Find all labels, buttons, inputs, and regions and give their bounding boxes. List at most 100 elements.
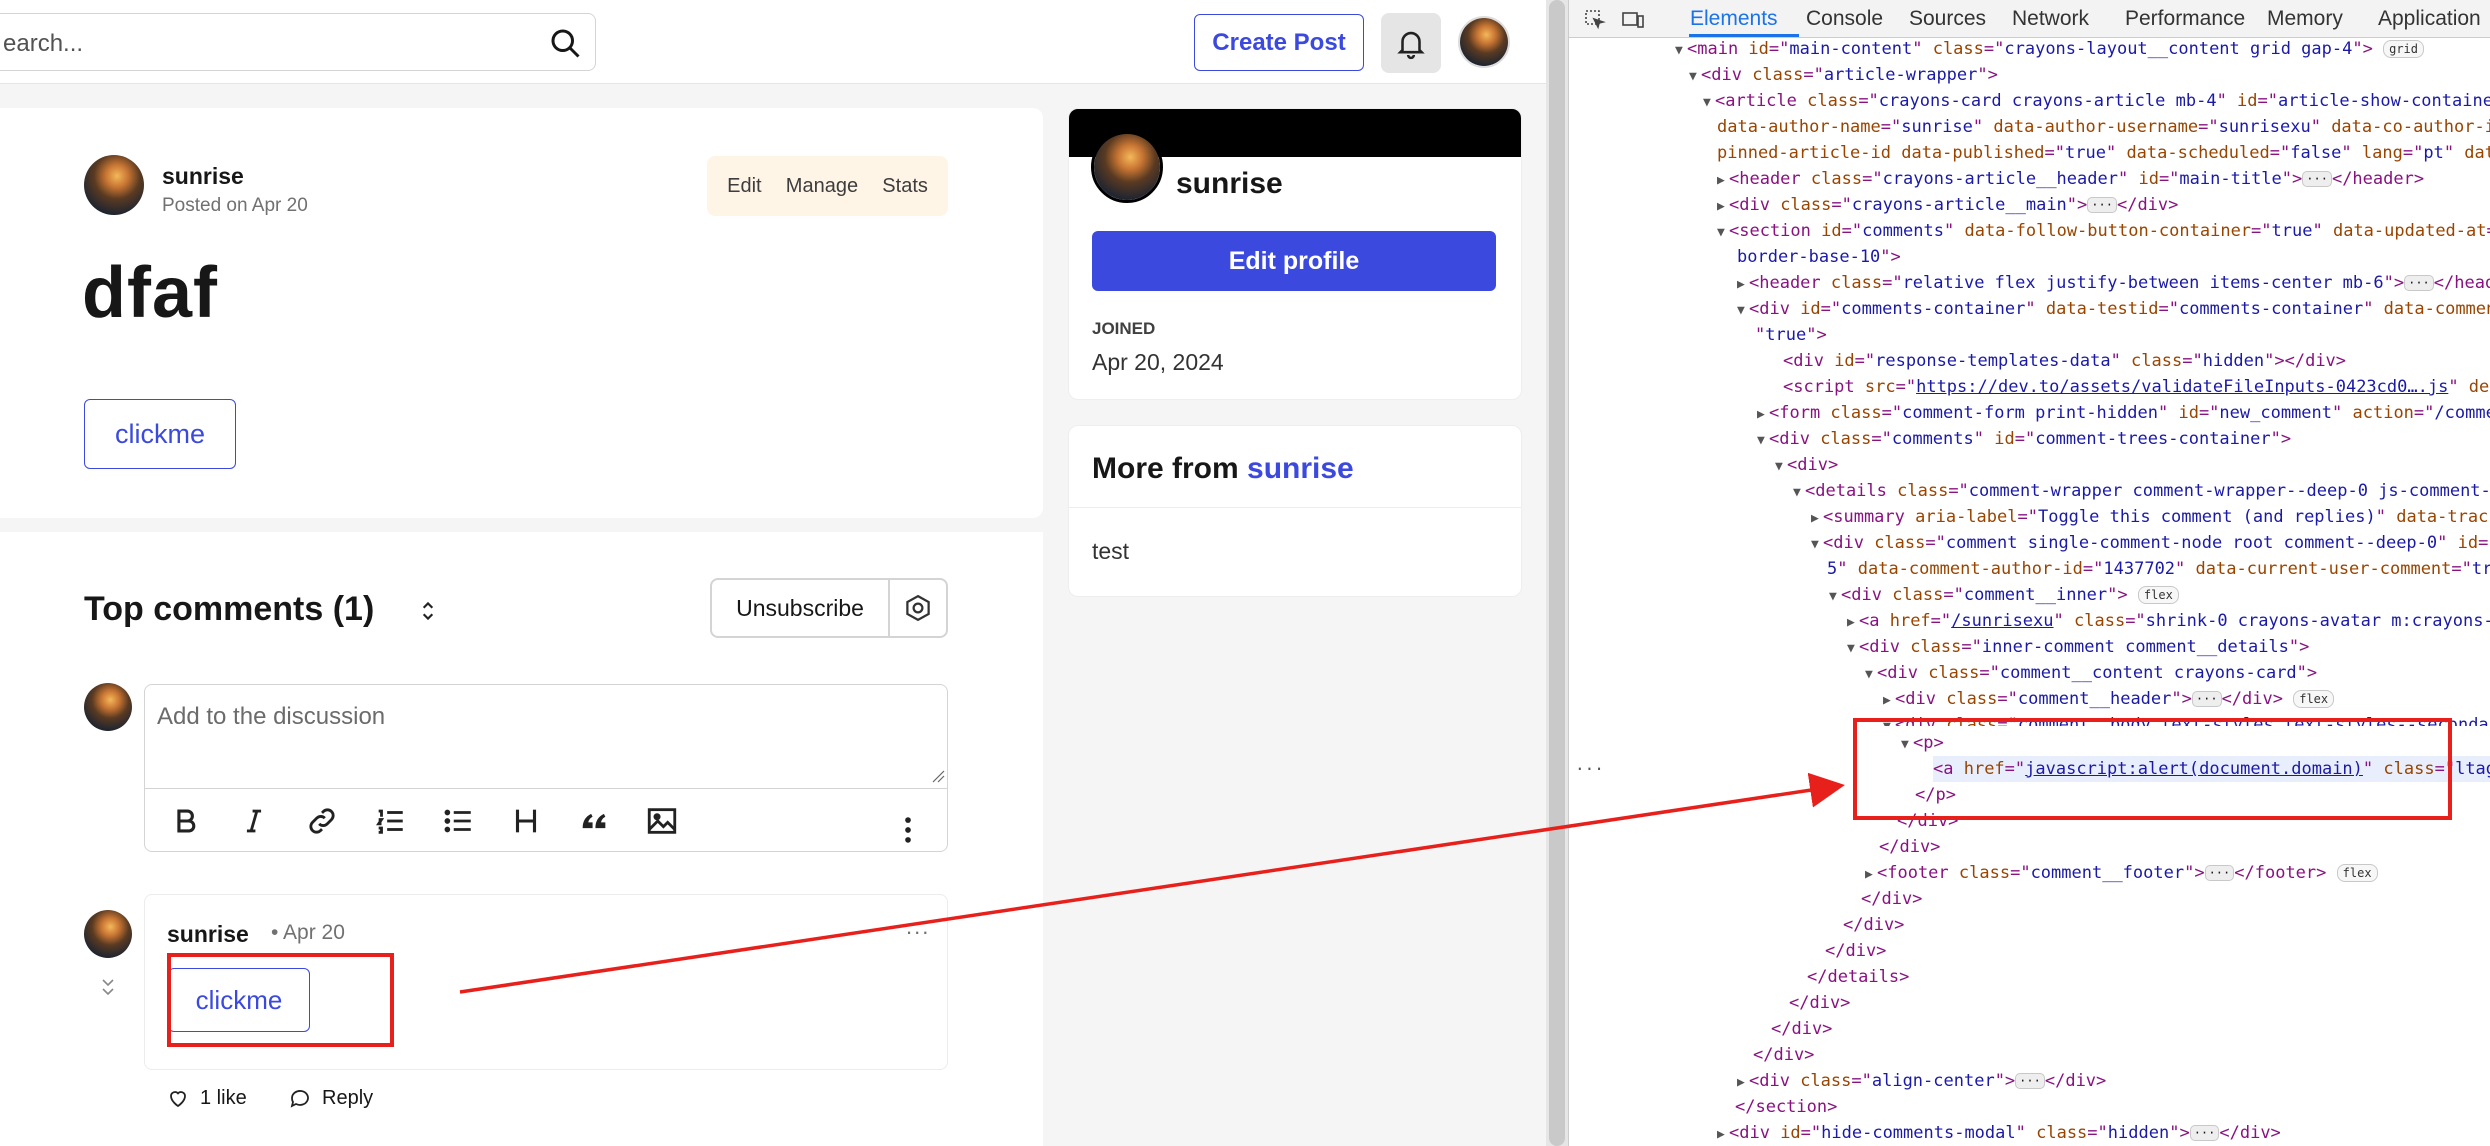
comment-textarea[interactable]: Add to the discussion: [145, 685, 947, 788]
dom-node[interactable]: ▶ <form class="comment-form print-hidden"…: [1757, 400, 2490, 426]
author-name[interactable]: sunrise: [162, 163, 244, 190]
dom-node[interactable]: ▼ <div>: [1775, 452, 1838, 478]
dom-node[interactable]: ▼ <div id="comments-container" data-testi…: [1737, 296, 2490, 322]
dom-node[interactable]: ▶ <div class="comment__header"> ··· </div> …: [1883, 686, 2335, 712]
dom-node-attrs: 5" data-comment-author-id="1437702" data…: [1827, 559, 2490, 579]
heart-icon: [166, 1086, 190, 1110]
subscription-settings-button[interactable]: [888, 578, 948, 638]
article-actions: Edit Manage Stats: [707, 156, 948, 216]
more-from-prefix: More from: [1092, 452, 1239, 485]
dom-node-attrs: pinned-article-id data-published="true" …: [1717, 143, 2490, 163]
dom-node[interactable]: ▼ <div class="comment single-comment-node…: [1811, 530, 2490, 556]
highlight-box-comment-link: [167, 953, 394, 1047]
profile-name[interactable]: sunrise: [1176, 167, 1283, 201]
dom-node[interactable]: ▶ <a href="/sunrisexu" class="shrink-0 cr…: [1847, 608, 2490, 634]
dom-node[interactable]: ▼ <div class="comment__inner"> flex: [1829, 582, 2179, 608]
dom-node-attrs: border-base-10">: [1737, 247, 1901, 267]
gutter-ellipsis[interactable]: ...: [1575, 755, 1604, 774]
more-from-title: More from sunrise: [1092, 452, 1354, 486]
dom-node[interactable]: ▶ <header class="relative flex justify-be…: [1737, 270, 2490, 296]
link-icon[interactable]: [295, 796, 349, 846]
inspect-element-icon[interactable]: [1583, 8, 1607, 32]
dom-node-close: </div>: [1771, 1019, 1833, 1039]
comment-date-text: Apr 20: [283, 921, 345, 944]
comment-author[interactable]: sunrise: [167, 921, 249, 948]
dom-node-close: </div>: [1825, 941, 1887, 961]
more-options-icon[interactable]: [881, 805, 935, 851]
dom-node[interactable]: <div id="response-templates-data" class=…: [1771, 348, 2346, 374]
edit-profile-button[interactable]: Edit profile: [1092, 231, 1496, 291]
dom-node[interactable]: <script src="https://dev.to/assets/valid…: [1771, 374, 2490, 400]
author-profile-card: sunrise Edit profile JOINED Apr 20, 2024: [1068, 108, 1522, 400]
reply-button[interactable]: Reply: [288, 1086, 373, 1110]
dom-node-close: </div>: [1789, 993, 1851, 1013]
tab-application[interactable]: Application: [2378, 7, 2481, 31]
dom-node[interactable]: ▼ <article class="crayons-card crayons-ar…: [1703, 88, 2490, 114]
image-icon[interactable]: [635, 796, 689, 846]
create-post-button[interactable]: Create Post: [1194, 14, 1364, 71]
dom-node[interactable]: ▼ <div class="article-wrapper">: [1689, 62, 1998, 88]
dom-node[interactable]: ▼ <div class="comment__content crayons-ca…: [1865, 660, 2317, 686]
dom-node[interactable]: ▶ <div class="align-center"> ··· </div>: [1737, 1068, 2106, 1094]
like-button[interactable]: 1 like: [166, 1086, 247, 1110]
scrollbar-thumb[interactable]: [1549, 0, 1565, 1146]
dom-node-attrs: "true">: [1755, 325, 1827, 345]
dom-node[interactable]: ▶ <header class="crayons-article__header"…: [1717, 166, 2424, 192]
dom-node[interactable]: ▼ <section id="comments" data-follow-butt…: [1717, 218, 2490, 244]
comment-menu-button[interactable]: ...: [906, 914, 930, 940]
stats-link[interactable]: Stats: [882, 175, 928, 198]
dom-node-close: </div>: [1879, 837, 1941, 857]
comment-placeholder: Add to the discussion: [157, 703, 386, 730]
more-from-header: More from sunrise: [1069, 426, 1521, 508]
more-from-author-link[interactable]: sunrise: [1247, 452, 1354, 485]
article-title: dfaf: [82, 253, 218, 333]
tab-console[interactable]: Console: [1806, 7, 1883, 31]
tab-performance[interactable]: Performance: [2125, 7, 2245, 31]
article-clickme-link[interactable]: clickme: [84, 399, 236, 469]
italic-icon[interactable]: [227, 796, 281, 846]
dom-node[interactable]: ▶ <div class="crayons-article__main"> ··· <…: [1717, 192, 2178, 218]
comment-author-avatar[interactable]: [84, 910, 132, 958]
dom-node[interactable]: ▶ <div id="hide-comments-modal" class="hi…: [1717, 1120, 2281, 1146]
posted-date: Posted on Apr 20: [162, 195, 308, 216]
manage-link[interactable]: Manage: [786, 175, 858, 198]
tab-sources[interactable]: Sources: [1909, 7, 1986, 31]
bullet-list-icon[interactable]: [431, 796, 485, 846]
dom-node[interactable]: ▼ <details class="comment-wrapper comment…: [1793, 478, 2490, 504]
dom-node-attrs: data-author-name="sunrise" data-author-u…: [1717, 117, 2490, 137]
comment-date: • Apr 20: [271, 921, 345, 944]
search-input[interactable]: earch...: [0, 13, 596, 71]
more-from-card: More from sunrise test: [1068, 425, 1522, 597]
tab-memory[interactable]: Memory: [2267, 7, 2343, 31]
resize-handle-icon[interactable]: [931, 769, 945, 783]
dom-node[interactable]: ▼ <main id="main-content" class="crayons-…: [1675, 36, 2425, 62]
dom-node[interactable]: ▶ <summary aria-label="Toggle this commen…: [1811, 504, 2490, 530]
collapse-chevron-icon[interactable]: [99, 976, 117, 998]
editor-toolbar: [145, 788, 947, 851]
sort-chevron-icon[interactable]: [415, 598, 441, 624]
tab-network[interactable]: Network: [2012, 7, 2089, 31]
search-icon[interactable]: [547, 25, 583, 61]
comments-section: Top comments (1) Unsubscribe Add to the …: [0, 532, 1043, 1146]
top-bar: earch... Create Post: [0, 0, 1546, 84]
search-placeholder: earch...: [3, 30, 84, 57]
quote-icon[interactable]: [567, 796, 621, 846]
dom-node[interactable]: ▼ <div class="inner-comment comment__deta…: [1847, 634, 2309, 660]
heading-icon[interactable]: [499, 796, 553, 846]
unsubscribe-button[interactable]: Unsubscribe: [710, 578, 888, 638]
tab-elements[interactable]: Elements: [1690, 7, 1778, 31]
joined-date: Apr 20, 2024: [1092, 349, 1224, 375]
device-toolbar-icon[interactable]: [1621, 8, 1645, 32]
profile-avatar[interactable]: [1091, 131, 1163, 203]
dom-node-close: </div>: [1861, 889, 1923, 909]
author-avatar[interactable]: [84, 155, 144, 215]
notifications-button[interactable]: [1381, 13, 1441, 73]
dom-node[interactable]: ▼ <div class="comments" id="comment-trees…: [1757, 426, 2291, 452]
dom-node[interactable]: ▶ <footer class="comment__footer"> ··· </fo…: [1865, 860, 2378, 886]
edit-link[interactable]: Edit: [727, 175, 761, 198]
ordered-list-icon[interactable]: [363, 796, 417, 846]
reply-label: Reply: [322, 1086, 374, 1109]
bold-icon[interactable]: [159, 796, 213, 846]
more-from-item[interactable]: test: [1092, 538, 1129, 565]
user-avatar[interactable]: [1458, 16, 1510, 68]
